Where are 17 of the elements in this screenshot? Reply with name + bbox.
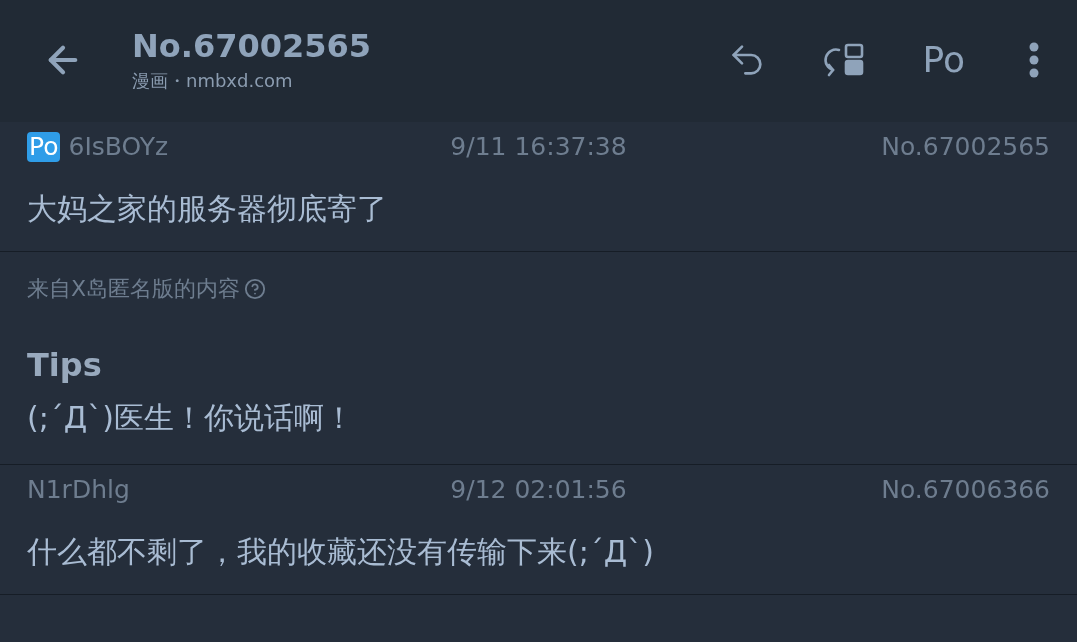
post-content: 大妈之家的服务器彻底寄了 <box>27 190 388 228</box>
source-note: 来自X岛匿名版的内容 <box>27 275 241 303</box>
thread-title: No.67002565 <box>132 26 372 67</box>
post-number: No.67006366 <box>880 474 1050 507</box>
more-icon <box>1029 42 1039 78</box>
post-content: 什么都不剩了，我的收藏还没有传输下来(;´Д`) <box>27 533 655 571</box>
user-id: 6IsBOYz <box>68 131 169 164</box>
po-badge: Po <box>27 132 61 162</box>
post-time: 9/12 02:01:56 <box>449 474 628 507</box>
help-icon[interactable] <box>244 277 267 300</box>
notice-heading: Tips <box>27 345 103 386</box>
po-filter-button[interactable]: Po <box>914 33 973 87</box>
post-time: 9/11 16:37:38 <box>449 131 628 164</box>
notice-text: (;´Д`)医生！你说话啊！ <box>27 399 355 437</box>
post-number: No.67002565 <box>880 131 1050 164</box>
thread-subtitle: 漫画・nmbxd.com <box>132 69 294 93</box>
user-id: N1rDhlg <box>27 474 130 507</box>
